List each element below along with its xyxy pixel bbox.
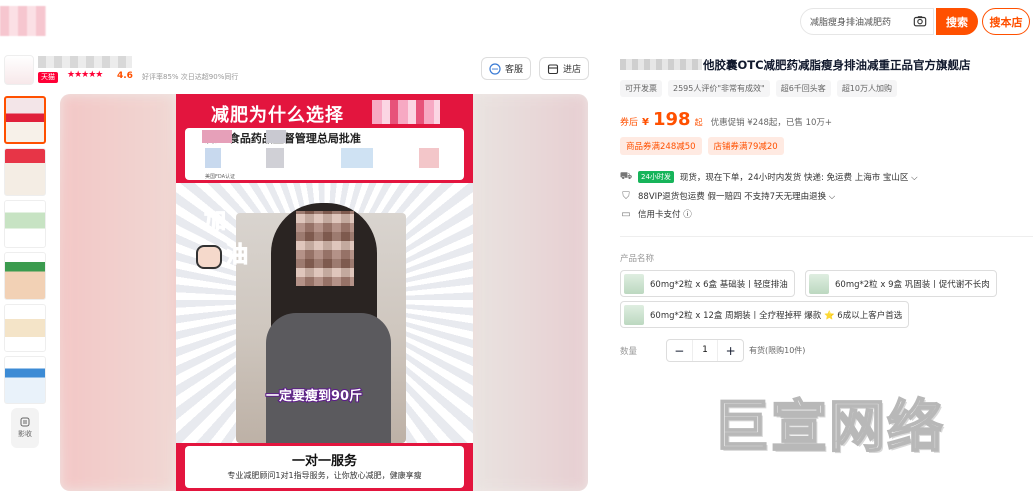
quantity-value[interactable]: 1 bbox=[691, 340, 719, 361]
sku-thumbnail bbox=[624, 273, 644, 294]
tag-invoice[interactable]: 可开发票 bbox=[620, 80, 662, 97]
store-icon bbox=[547, 63, 559, 74]
product-title-mosaic bbox=[620, 59, 702, 70]
customer-service-button[interactable]: 客服 bbox=[481, 57, 532, 80]
product-tags: 可开发票 2595人评价"非常有成效" 超6千回头客 超10万人加购 bbox=[620, 80, 897, 97]
service-row[interactable]: ⛉ 88VIP退货包运费 假一赔四 不支持7天无理由退换 ⌵ bbox=[620, 190, 836, 203]
sku-option-label: 60mg*2粒 x 6盒 基础装丨轻度排油 bbox=[650, 279, 788, 290]
search-button[interactable]: 搜索 bbox=[936, 8, 978, 35]
chat-icon bbox=[489, 62, 501, 75]
sku-thumbnail bbox=[809, 273, 829, 294]
face-mosaic bbox=[296, 211, 354, 286]
divider bbox=[620, 236, 1033, 237]
customer-service-label: 客服 bbox=[505, 65, 524, 75]
thumbnail-more-label: 影收 bbox=[18, 430, 32, 438]
service-subtitle: 专业减肥顾问1对1指导服务，让你放心减肥，健康享瘦 bbox=[227, 471, 422, 480]
rating-stars: ★★★★★ bbox=[67, 70, 103, 80]
camera-icon[interactable] bbox=[913, 14, 927, 28]
certification-logo bbox=[205, 148, 221, 168]
rating-value: 4.6 bbox=[117, 71, 133, 81]
sku-option-3[interactable]: 60mg*2粒 x 12盒 周期装丨全疗程掉秤 爆款 ⭐ 6成以上客户首选 bbox=[620, 301, 910, 328]
sku-option-1[interactable]: 60mg*2粒 x 6盒 基础装丨轻度排油 bbox=[620, 270, 795, 297]
poster-title: 减肥为什么选择 bbox=[211, 105, 344, 126]
thumbnail-more-button[interactable]: 影收 bbox=[11, 408, 39, 448]
sku-option-label: 60mg*2粒 x 12盒 周期装丨全疗程掉秤 爆款 ⭐ 6成以上客户首选 bbox=[650, 310, 903, 321]
video-icon bbox=[20, 417, 30, 427]
video-caption: 一定要瘦到90斤 bbox=[265, 388, 363, 405]
sku-option-2[interactable]: 60mg*2粒 x 9盒 巩固装丨促代谢不长肉 bbox=[805, 270, 997, 297]
payment-row[interactable]: ▭ 信用卡支付 ⓘ bbox=[620, 208, 692, 221]
certification-mosaic bbox=[266, 130, 286, 143]
thumbnail-2[interactable] bbox=[4, 148, 46, 196]
price-currency: ¥ bbox=[642, 117, 649, 128]
delivery-tag: 24小时发 bbox=[638, 171, 674, 183]
card-icon: ▭ bbox=[621, 208, 631, 220]
video-frame[interactable]: 加 油 一定要瘦到90斤 bbox=[176, 183, 473, 443]
store-coupon[interactable]: 店铺券满79减20 bbox=[707, 137, 784, 155]
certification-logo bbox=[341, 148, 373, 168]
coupon-list: 商品券满248减50 店铺券满79减20 bbox=[620, 137, 784, 155]
certification-small-text: 美国FDA认证 bbox=[205, 174, 236, 180]
thumbnail-5[interactable] bbox=[4, 304, 46, 352]
service-text: 88VIP退货包运费 假一赔四 不支持7天无理由退换 ⌵ bbox=[638, 192, 836, 202]
store-name[interactable] bbox=[38, 56, 132, 68]
payment-text: 信用卡支付 ⓘ bbox=[638, 210, 692, 220]
thumbnail-list: 影收 bbox=[4, 96, 48, 448]
store-logo[interactable] bbox=[4, 55, 34, 85]
sku-thumbnail bbox=[624, 304, 644, 325]
site-logo[interactable] bbox=[0, 6, 46, 36]
search-input[interactable]: 减脂瘦身排油减肥药 bbox=[800, 8, 934, 35]
search-placeholder: 减脂瘦身排油减肥药 bbox=[810, 18, 892, 28]
enter-store-label: 进店 bbox=[563, 65, 582, 75]
sku-option-label: 60mg*2粒 x 9盒 巩固装丨促代谢不长肉 bbox=[835, 279, 990, 290]
fist-icon bbox=[196, 245, 222, 269]
truck-icon: ⛟ bbox=[619, 170, 633, 182]
minus-icon[interactable]: − bbox=[667, 344, 692, 358]
delivery-text: 现货，现在下单，24小时内发货 快递: 免运费 上海市 宝山区 ⌵ bbox=[679, 173, 918, 183]
person-body bbox=[266, 313, 391, 443]
certification-mosaic bbox=[202, 130, 232, 143]
store-meta: 好评率85% 次日达超90%同行 bbox=[142, 73, 239, 81]
tag-reviews[interactable]: 2595人评价"非常有成效" bbox=[668, 80, 770, 97]
thumbnail-1[interactable] bbox=[4, 96, 46, 144]
search-shop-button[interactable]: 搜本店 bbox=[982, 8, 1030, 35]
price-row: 券后 ¥ 198 起 优惠促销 ¥248起，已售 10万+ bbox=[620, 109, 832, 130]
thumbnail-6[interactable] bbox=[4, 356, 46, 404]
tmall-badge: 天猫 bbox=[38, 72, 58, 83]
product-coupon[interactable]: 商品券满248减50 bbox=[620, 137, 702, 155]
service-title: 一对一服务 bbox=[291, 454, 357, 469]
poster-title-mosaic bbox=[372, 100, 440, 124]
price-value: 198 bbox=[652, 109, 691, 130]
price-suffix: 起 bbox=[694, 118, 703, 127]
quantity-stepper[interactable]: − 1 + bbox=[666, 339, 744, 362]
stock-status: 有货(限购10件) bbox=[749, 346, 806, 355]
sticker-you: 油 bbox=[225, 243, 249, 269]
price-prefix: 券后 bbox=[620, 118, 639, 128]
quantity-label: 数量 bbox=[620, 347, 638, 357]
certification-logo bbox=[419, 148, 439, 168]
price-info: 优惠促销 ¥248起，已售 10万+ bbox=[710, 118, 833, 128]
enter-store-button[interactable]: 进店 bbox=[539, 57, 590, 80]
sticker-jia: 加 bbox=[203, 209, 227, 235]
delivery-row[interactable]: ⛟ 24小时发 现货，现在下单，24小时内发货 快递: 免运费 上海市 宝山区 … bbox=[620, 171, 918, 183]
shield-icon: ⛉ bbox=[622, 190, 630, 202]
plus-icon[interactable]: + bbox=[718, 344, 743, 358]
sku-label: 产品名称 bbox=[620, 254, 655, 264]
product-title: 他胶囊OTC减肥药减脂瘦身排油减重正品官方旗舰店 bbox=[703, 58, 971, 72]
certification-logo bbox=[266, 148, 284, 168]
watermark: 巨宣网络 bbox=[712, 394, 945, 461]
tag-repeat-customers[interactable]: 超6千回头客 bbox=[775, 80, 831, 97]
thumbnail-3[interactable] bbox=[4, 200, 46, 248]
tag-cart-adds[interactable]: 超10万人加购 bbox=[836, 80, 897, 97]
main-product-image[interactable]: 减肥为什么选择 认证 食品药品监督管理总局批准 美国FDA认证 加 油 一定要瘦… bbox=[176, 94, 473, 491]
thumbnail-4[interactable] bbox=[4, 252, 46, 300]
